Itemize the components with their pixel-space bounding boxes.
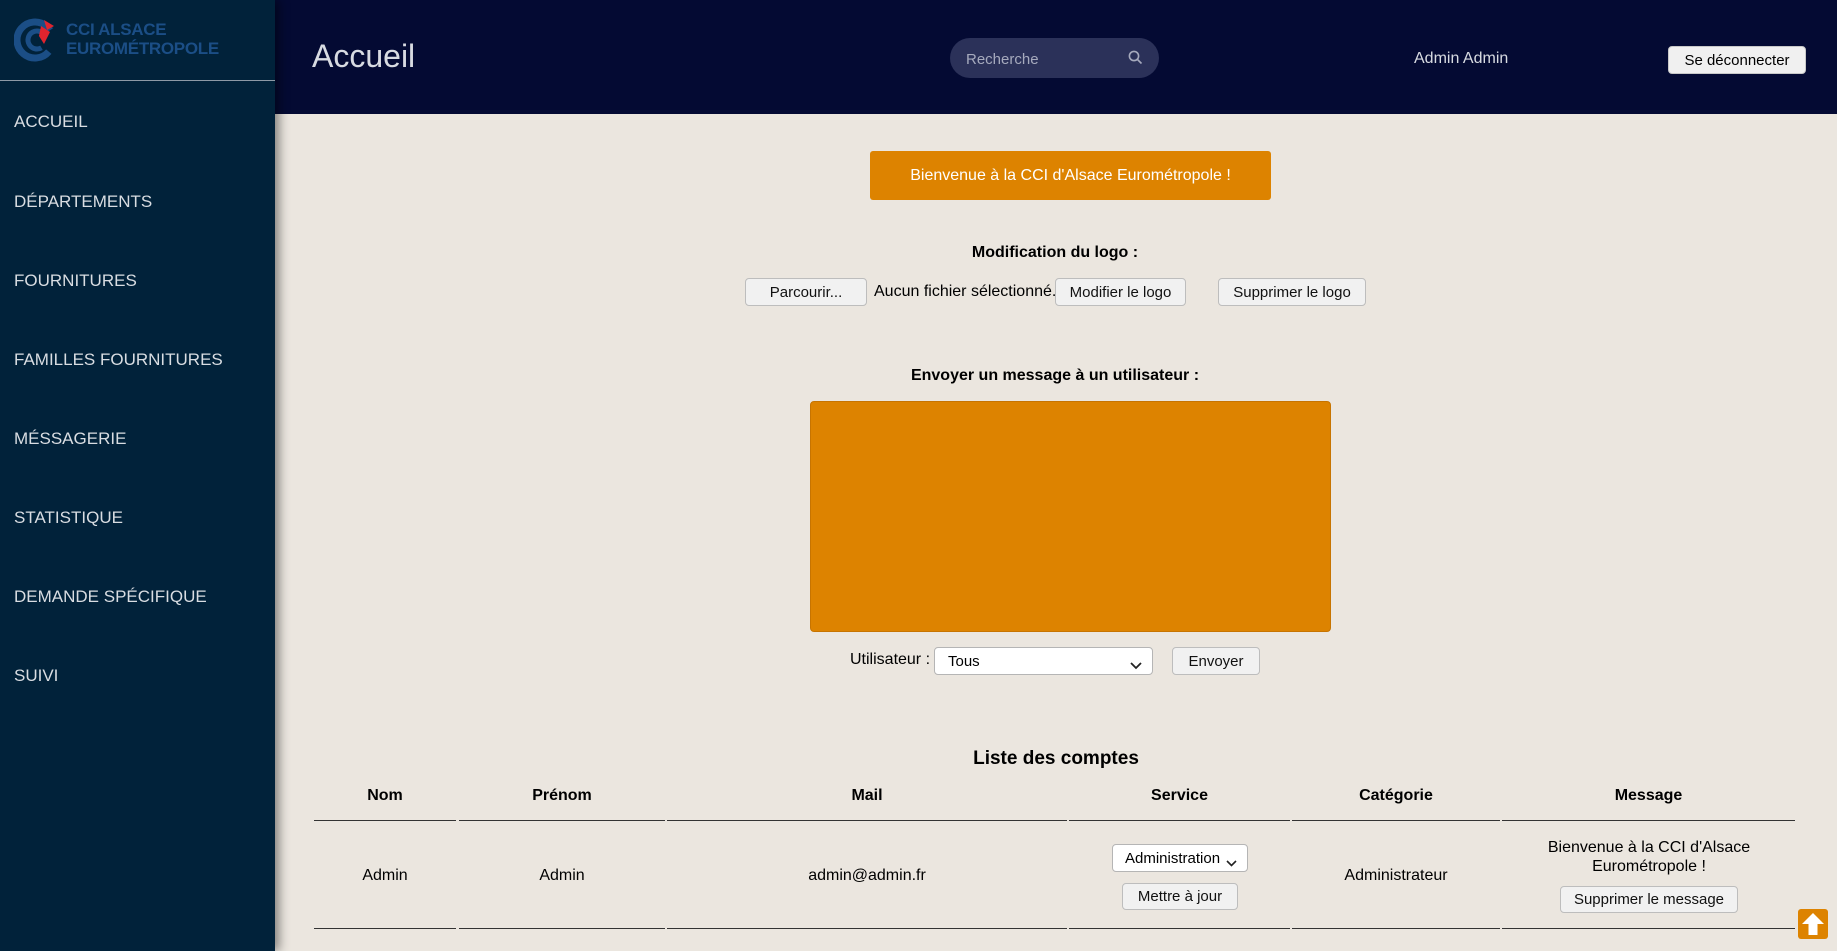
- modify-logo-button[interactable]: Modifier le logo: [1055, 278, 1186, 306]
- header-divider: [1069, 820, 1290, 821]
- sidebar-item-familles-fournitures[interactable]: FAMILLES FOURNITURES: [0, 320, 275, 399]
- top-header: Accueil Admin Admin Se déconnecter: [275, 0, 1837, 114]
- row-divider: [1292, 928, 1500, 929]
- accounts-table-title: Liste des comptes: [973, 748, 1139, 769]
- welcome-banner: Bienvenue à la CCI d'Alsace Eurométropol…: [870, 151, 1271, 200]
- logout-button[interactable]: Se déconnecter: [1668, 46, 1806, 74]
- message-textarea[interactable]: [810, 401, 1331, 632]
- column-header-nom: Nom: [367, 787, 403, 804]
- no-file-text: Aucun fichier sélectionné.: [874, 283, 1057, 300]
- sidebar-item-statistique[interactable]: STATISTIQUE: [0, 478, 275, 557]
- column-header-prenom: Prénom: [532, 787, 592, 804]
- delete-message-button[interactable]: Supprimer le message: [1560, 886, 1738, 913]
- user-select-label: Utilisateur :: [850, 651, 931, 668]
- header-divider: [1292, 820, 1500, 821]
- search-icon[interactable]: [1128, 50, 1143, 70]
- cell-mail: admin@admin.fr: [808, 867, 926, 884]
- message-section-heading: Envoyer un message à un utilisateur :: [910, 367, 1200, 384]
- column-header-message: Message: [1614, 787, 1683, 804]
- column-header-service: Service: [1151, 787, 1208, 804]
- logo-line-1: CCI ALSACE: [66, 20, 167, 39]
- page-title: Accueil: [312, 38, 416, 74]
- browse-file-button[interactable]: Parcourir...: [745, 278, 867, 306]
- header-divider: [667, 820, 1067, 821]
- header-divider: [1502, 820, 1795, 821]
- cell-categorie: Administrateur: [1344, 867, 1448, 884]
- sidebar-item-fournitures[interactable]: FOURNITURES: [0, 241, 275, 320]
- row-divider: [667, 928, 1067, 929]
- user-select[interactable]: Tous: [934, 647, 1153, 675]
- sidebar-item-departements[interactable]: DÉPARTEMENTS: [0, 162, 275, 241]
- cell-prenom: Admin: [539, 867, 585, 884]
- search-input[interactable]: [964, 38, 1128, 80]
- sidebar: CCI ALSACE EUROMÉTROPOLE ACCUEIL DÉPARTE…: [0, 0, 275, 951]
- sidebar-item-accueil[interactable]: ACCUEIL: [0, 81, 275, 162]
- service-select[interactable]: Administration: [1112, 844, 1248, 872]
- scroll-to-top-button[interactable]: [1798, 909, 1828, 939]
- header-divider: [459, 820, 665, 821]
- row-divider: [1502, 928, 1795, 929]
- chevron-down-icon: [1130, 657, 1142, 674]
- sidebar-item-demande-specifique[interactable]: DEMANDE SPÉCIFIQUE: [0, 557, 275, 636]
- cell-message: Bienvenue à la CCI d'Alsace Eurométropol…: [1547, 839, 1751, 875]
- delete-logo-button[interactable]: Supprimer le logo: [1218, 278, 1366, 306]
- sidebar-item-suivi[interactable]: SUIVI: [0, 636, 275, 715]
- current-user-name: Admin Admin: [1414, 50, 1509, 67]
- row-divider: [1069, 928, 1290, 929]
- service-select-value: Administration: [1125, 849, 1221, 867]
- logo-text: CCI ALSACE EUROMÉTROPOLE: [66, 20, 219, 58]
- cci-logo[interactable]: CCI ALSACE EUROMÉTROPOLE: [14, 16, 224, 64]
- chevron-down-icon: [1226, 854, 1237, 871]
- sidebar-nav: ACCUEIL DÉPARTEMENTS FOURNITURES FAMILLE…: [0, 81, 275, 715]
- logo-line-2: EUROMÉTROPOLE: [66, 39, 219, 58]
- send-message-button[interactable]: Envoyer: [1172, 647, 1260, 675]
- row-divider: [314, 928, 456, 929]
- sidebar-item-messagerie[interactable]: MÉSSAGERIE: [0, 399, 275, 478]
- user-select-value: Tous: [948, 652, 980, 670]
- cell-nom: Admin: [362, 867, 408, 884]
- column-header-mail: Mail: [851, 787, 883, 804]
- update-service-button[interactable]: Mettre à jour: [1122, 883, 1238, 910]
- header-divider: [314, 820, 456, 821]
- arrow-up-icon: [1802, 913, 1824, 935]
- cci-logo-icon: [14, 18, 57, 62]
- logo-section-heading: Modification du logo :: [971, 244, 1139, 261]
- search-box[interactable]: [950, 38, 1159, 80]
- column-header-categorie: Catégorie: [1359, 787, 1433, 804]
- row-divider: [459, 928, 665, 929]
